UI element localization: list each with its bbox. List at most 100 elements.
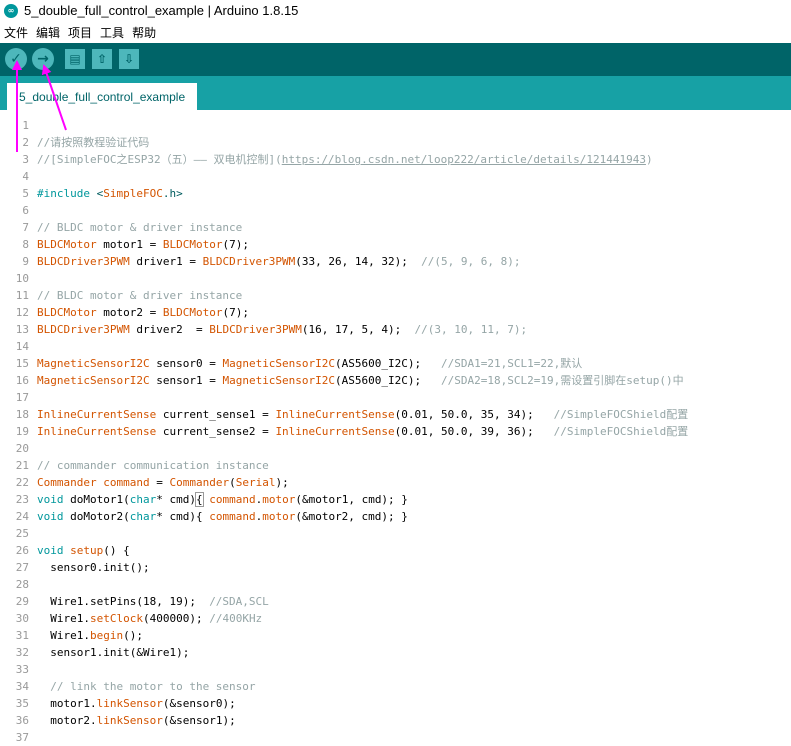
code-token: //[SimpleFOC之ESP32（五）—— 双电机控制]( xyxy=(37,153,282,166)
code-line[interactable]: //[SimpleFOC之ESP32（五）—— 双电机控制](https://b… xyxy=(37,151,653,168)
line-number: 37 xyxy=(15,731,29,744)
menu-edit[interactable]: 编辑 xyxy=(32,22,64,42)
code-token: * cmd){ xyxy=(156,510,210,523)
code-token: (&motor1, cmd); } xyxy=(295,493,408,506)
code-token: (AS5600_I2C); xyxy=(335,374,442,387)
right-arrow-icon: → xyxy=(37,51,49,67)
code-token: #include xyxy=(37,187,97,200)
code-token: doMotor1( xyxy=(63,493,130,506)
open-button[interactable]: ⇧ xyxy=(92,49,112,69)
line-number: 6 xyxy=(22,204,29,217)
code-token: BLDCMotor xyxy=(162,306,223,319)
code-line[interactable]: //请按照教程验证代码 xyxy=(37,134,149,151)
line-number: 1 xyxy=(22,119,29,132)
code-line[interactable]: #include <SimpleFOC.h> xyxy=(37,185,183,202)
tab-sketch[interactable]: 5_double_full_control_example xyxy=(7,83,198,110)
code-line[interactable]: motor1.linkSensor(&sensor0); xyxy=(37,695,235,712)
code-token: Wire1. xyxy=(37,612,90,625)
line-number: 23 xyxy=(15,493,29,506)
code-line[interactable]: motor2.linkSensor(&sensor1); xyxy=(37,712,235,729)
code-line[interactable]: // commander communication instance xyxy=(37,457,269,474)
up-arrow-icon: ⇧ xyxy=(96,52,108,66)
code-line[interactable]: InlineCurrentSense current_sense2 = Inli… xyxy=(37,423,688,440)
upload-button[interactable]: → xyxy=(32,48,54,70)
line-number: 35 xyxy=(15,697,29,710)
code-token: BLDCMotor xyxy=(37,306,97,319)
code-line[interactable]: BLDCMotor motor1 = BLDCMotor(7); xyxy=(37,236,249,253)
code-token: BLDCDriver3PWM xyxy=(37,255,130,268)
line-number: 4 xyxy=(22,170,29,183)
code-link[interactable]: https://blog.csdn.net/loop222/article/de… xyxy=(282,153,646,166)
line-number: 16 xyxy=(15,374,29,387)
line-number: 8 xyxy=(22,238,29,251)
code-token: SimpleFOC xyxy=(103,187,163,200)
code-token: ); xyxy=(275,476,289,489)
code-token: InlineCurrentSense xyxy=(275,425,395,438)
code-token: ( xyxy=(229,476,236,489)
code-line[interactable]: BLDCDriver3PWM driver2 = BLDCDriver3PWM(… xyxy=(37,321,527,338)
code-token: BLDCMotor xyxy=(162,238,223,251)
verify-button[interactable]: ✓ xyxy=(5,48,27,70)
code-line[interactable]: Wire1.begin(); xyxy=(37,627,143,644)
code-line[interactable]: MagneticSensorI2C sensor0 = MagneticSens… xyxy=(37,355,582,372)
code-token: void xyxy=(37,510,64,523)
line-number: 34 xyxy=(15,680,29,693)
code-token: //SDA,SCL xyxy=(209,595,269,608)
code-token: //400KHz xyxy=(209,612,263,625)
code-token: Serial xyxy=(235,476,276,489)
code-line[interactable]: void doMotor2(char* cmd){ command.motor(… xyxy=(37,508,408,525)
menu-help[interactable]: 帮助 xyxy=(128,22,160,42)
code-editor[interactable]: 1 2 3 4 5 6 7 8 9 10 11 12 13 14 15 16 17 18 19 20 21 22 23 24 2… xyxy=(0,110,791,744)
code-token: //SDA2=18,SCL2=19,需设置引脚在setup()中 xyxy=(441,374,684,387)
line-number: 12 xyxy=(15,306,29,319)
code-line[interactable]: sensor1.init(&Wire1); xyxy=(37,644,189,661)
save-button[interactable]: ⇩ xyxy=(119,49,139,69)
line-number: 10 xyxy=(15,272,29,285)
line-number: 33 xyxy=(15,663,29,676)
code-line[interactable]: MagneticSensorI2C sensor1 = MagneticSens… xyxy=(37,372,684,389)
code-token: begin xyxy=(89,629,124,642)
line-number: 2 xyxy=(22,136,29,149)
code-token: MagneticSensorI2C xyxy=(222,357,336,370)
menu-file[interactable]: 文件 xyxy=(0,22,32,42)
code-token: motor2 = xyxy=(96,306,163,319)
menu-tools[interactable]: 工具 xyxy=(96,22,128,42)
code-line[interactable]: InlineCurrentSense current_sense1 = Inli… xyxy=(37,406,688,423)
toolbar: ✓ → ▤ ⇧ ⇩ xyxy=(0,43,791,76)
code-token: command xyxy=(209,510,256,523)
code-line[interactable]: // link the motor to the sensor xyxy=(37,678,255,695)
code-token: (0.01, 50.0, 35, 34); xyxy=(394,408,554,421)
new-button[interactable]: ▤ xyxy=(65,49,85,69)
code-token: sensor0 = xyxy=(149,357,223,370)
code-line[interactable]: BLDCDriver3PWM driver1 = BLDCDriver3PWM(… xyxy=(37,253,520,270)
code-line[interactable]: Wire1.setClock(400000); //400KHz xyxy=(37,610,262,627)
code-token: char xyxy=(129,510,157,523)
code-line[interactable]: Commander command = Commander(Serial); xyxy=(37,474,289,491)
code-line[interactable]: BLDCMotor motor2 = BLDCMotor(7); xyxy=(37,304,249,321)
arduino-logo-icon: ∞ xyxy=(4,4,18,18)
code-token: // BLDC motor & driver instance xyxy=(37,221,243,234)
code-token: command xyxy=(209,493,256,506)
down-arrow-icon: ⇩ xyxy=(123,52,135,66)
title-bar: ∞ 5_double_full_control_example | Arduin… xyxy=(0,0,791,22)
code-line[interactable]: void doMotor1(char* cmd){ command.motor(… xyxy=(37,491,408,508)
code-token: // BLDC motor & driver instance xyxy=(37,289,243,302)
code-token: BLDCMotor xyxy=(37,238,97,251)
code-token: (&motor2, cmd); } xyxy=(295,510,408,523)
line-number: 32 xyxy=(15,646,29,659)
code-line[interactable]: void setup() { xyxy=(37,542,130,559)
code-line[interactable]: // BLDC motor & driver instance xyxy=(37,287,242,304)
line-number: 17 xyxy=(15,391,29,404)
code-token: //(3, 10, 11, 7); xyxy=(414,323,528,336)
code-token: motor xyxy=(262,493,296,506)
line-number: 26 xyxy=(15,544,29,557)
code-token: char xyxy=(129,493,157,506)
code-line[interactable]: Wire1.setPins(18, 19); //SDA,SCL xyxy=(37,593,269,610)
code-token: = xyxy=(149,476,170,489)
code-token: (400000); xyxy=(142,612,210,625)
code-line[interactable]: // BLDC motor & driver instance xyxy=(37,219,242,236)
menu-sketch[interactable]: 项目 xyxy=(64,22,96,42)
code-token: void xyxy=(37,493,64,506)
code-line[interactable]: sensor0.init(); xyxy=(37,559,149,576)
line-number: 18 xyxy=(15,408,29,421)
